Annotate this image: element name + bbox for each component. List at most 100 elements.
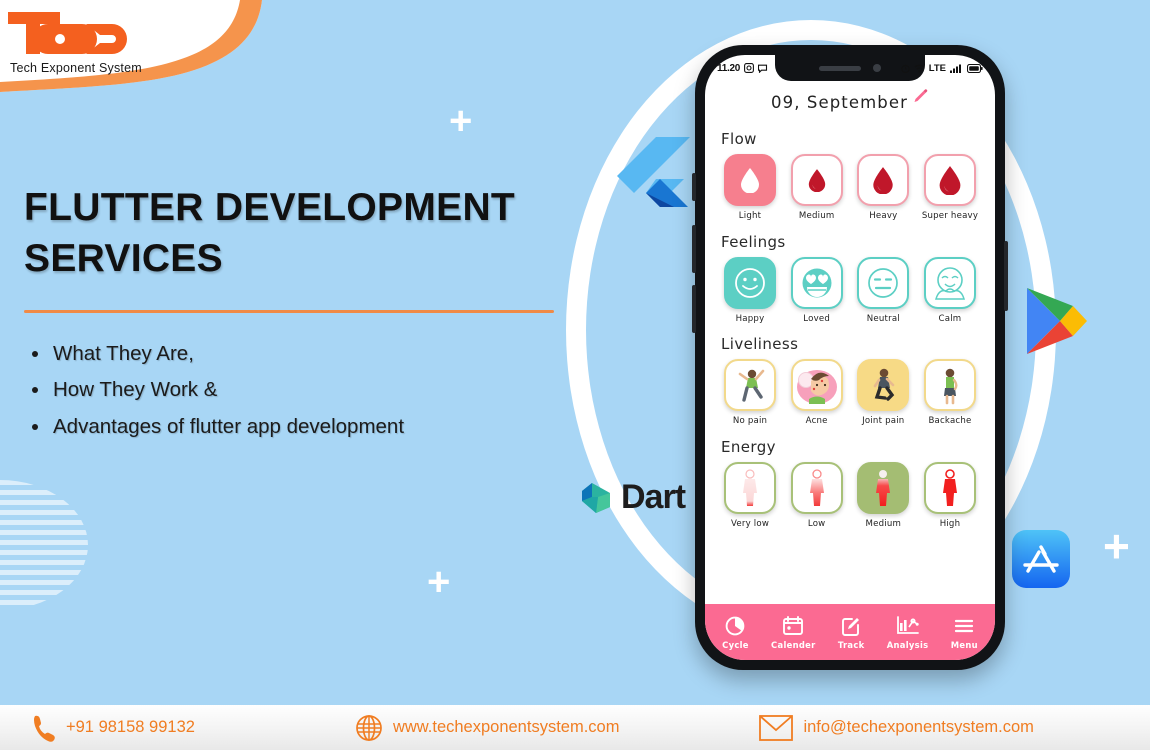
tab-label: Menu xyxy=(950,639,978,650)
energy-option-low[interactable]: Low xyxy=(786,462,848,530)
flow-option-super-heavy[interactable]: Super heavy xyxy=(919,154,981,222)
energy-tile[interactable] xyxy=(724,462,776,515)
calm-face-icon xyxy=(934,266,965,300)
footer-website[interactable]: www.techexponentsystem.com xyxy=(355,714,619,742)
face-acne-icon xyxy=(796,370,837,405)
tab-track[interactable]: Track xyxy=(838,615,865,650)
phone-volume-down-button[interactable] xyxy=(692,285,696,333)
feeling-option-label: Neutral xyxy=(866,313,900,324)
feeling-tile[interactable] xyxy=(857,256,910,309)
droplet-icon xyxy=(741,168,759,193)
envelope-icon xyxy=(759,714,794,741)
liveliness-option-label: No pain xyxy=(732,416,768,427)
list-item: How They Work & xyxy=(24,372,584,408)
flutter-logo-icon xyxy=(617,137,690,207)
feeling-option-calm[interactable]: Calm xyxy=(919,256,981,325)
heart-eyes-face-icon xyxy=(802,268,832,298)
liveliness-option-joint-pain[interactable]: Joint pain xyxy=(852,359,914,427)
energy-option-label: High xyxy=(939,519,961,530)
flow-option-medium[interactable]: Medium xyxy=(786,154,848,222)
flow-option-label: Heavy xyxy=(869,211,898,221)
phone-volume-up-button[interactable] xyxy=(692,225,696,273)
status-time: 11.20 xyxy=(717,62,740,74)
flow-option-row: Light Medium Heavy Super heavy xyxy=(719,154,981,222)
liveliness-option-acne[interactable]: Acne xyxy=(786,359,848,427)
wifi-icon xyxy=(914,64,925,72)
energy-tile[interactable] xyxy=(923,462,976,515)
droplet-icon xyxy=(939,166,961,195)
tab-cycle[interactable]: Cycle xyxy=(722,615,749,650)
energy-option-row: Very low Low Medium High xyxy=(719,462,981,530)
energy-option-label: Medium xyxy=(865,519,902,530)
phone-mockup: 11.20 LTE 09, September Flow Light Mediu… xyxy=(692,45,1008,670)
tab-label: Cycle xyxy=(722,639,749,650)
footer-email-text: info@techexponentsystem.com xyxy=(803,718,1034,736)
plus-decoration-icon: + xyxy=(1103,520,1130,572)
tab-menu[interactable]: Menu xyxy=(951,615,978,650)
liveliness-tile[interactable] xyxy=(790,359,843,412)
flow-tile[interactable] xyxy=(923,154,976,206)
flow-option-label: Medium xyxy=(798,211,835,221)
footer-phone-text: +91 98158 99132 xyxy=(66,718,195,736)
tab-analysis[interactable]: Analysis xyxy=(887,615,929,650)
energy-option-medium[interactable]: Medium xyxy=(852,462,914,530)
flow-tile[interactable] xyxy=(857,154,910,206)
title-divider xyxy=(24,310,554,313)
tab-label: Calender xyxy=(771,639,816,650)
date-header: 09, September xyxy=(705,89,995,115)
droplet-icon xyxy=(873,167,894,194)
flow-option-heavy[interactable]: Heavy xyxy=(852,154,914,222)
section-title-liveliness: Liveliness xyxy=(721,335,799,354)
edit-square-icon xyxy=(842,617,860,636)
footer-email[interactable]: info@techexponentsystem.com xyxy=(759,714,1034,741)
droplet-icon xyxy=(808,169,825,192)
cycle-icon xyxy=(726,616,745,635)
phone-screen: 11.20 LTE 09, September Flow Light Mediu… xyxy=(705,55,995,660)
brand-logo: Tech Exponent System xyxy=(8,8,188,75)
pencil-icon[interactable] xyxy=(912,89,929,106)
feeling-option-label: Calm xyxy=(938,313,962,324)
feeling-tile[interactable] xyxy=(790,256,843,309)
energy-tile[interactable] xyxy=(790,462,843,515)
striped-halfcircle-decoration xyxy=(0,480,88,610)
phone-power-button[interactable] xyxy=(1004,241,1008,311)
flow-tile[interactable] xyxy=(724,154,776,206)
page-title: FLUTTER DEVELOPMENT SERVICES xyxy=(24,186,516,281)
neutral-face-icon xyxy=(868,267,899,298)
tracker-content: Flow Light Medium Heavy Super heavy Feel… xyxy=(705,115,995,530)
feeling-tile[interactable] xyxy=(923,256,976,309)
flow-tile[interactable] xyxy=(790,154,843,206)
list-item: What They Are, xyxy=(24,336,584,372)
liveliness-option-no-pain[interactable]: No pain xyxy=(719,359,781,427)
tab-calender[interactable]: Calender xyxy=(771,615,816,650)
liveliness-option-backache[interactable]: Backache xyxy=(919,359,981,427)
liveliness-tile[interactable] xyxy=(724,359,776,412)
footer-phone[interactable]: +91 98158 99132 xyxy=(30,714,195,742)
liveliness-tile[interactable] xyxy=(923,359,976,412)
liveliness-tile[interactable] xyxy=(857,359,910,412)
signal-icon xyxy=(950,64,961,73)
feeling-tile[interactable] xyxy=(724,256,776,309)
energy-option-high[interactable]: High xyxy=(919,462,981,530)
message-icon xyxy=(757,64,768,73)
chart-icon xyxy=(896,615,919,634)
bottom-navigation: Cycle Calender Track Analysis Menu xyxy=(705,604,995,660)
feature-list: What They Are, How They Work & Advantage… xyxy=(24,336,584,445)
energy-option-label: Low xyxy=(807,519,826,530)
feeling-option-loved[interactable]: Loved xyxy=(786,256,848,325)
tab-label: Track xyxy=(837,639,865,650)
dart-logo: Dart xyxy=(580,478,686,517)
flow-option-label: Super heavy xyxy=(921,211,979,221)
globe-icon xyxy=(356,714,382,741)
energy-option-very-low[interactable]: Very low xyxy=(719,462,781,530)
dart-logo-label: Dart xyxy=(621,478,686,516)
energy-tile[interactable] xyxy=(857,462,910,515)
flow-option-light[interactable]: Light xyxy=(719,154,781,222)
feeling-option-happy[interactable]: Happy xyxy=(719,256,781,325)
app-store-logo-icon xyxy=(1012,530,1070,588)
tes-logo-icon xyxy=(8,12,127,54)
phone-mute-button[interactable] xyxy=(692,173,696,201)
contact-footer: +91 98158 99132 www.techexponentsystem.c… xyxy=(0,705,1150,750)
smile-face-icon xyxy=(735,267,765,298)
feeling-option-neutral[interactable]: Neutral xyxy=(852,256,914,325)
